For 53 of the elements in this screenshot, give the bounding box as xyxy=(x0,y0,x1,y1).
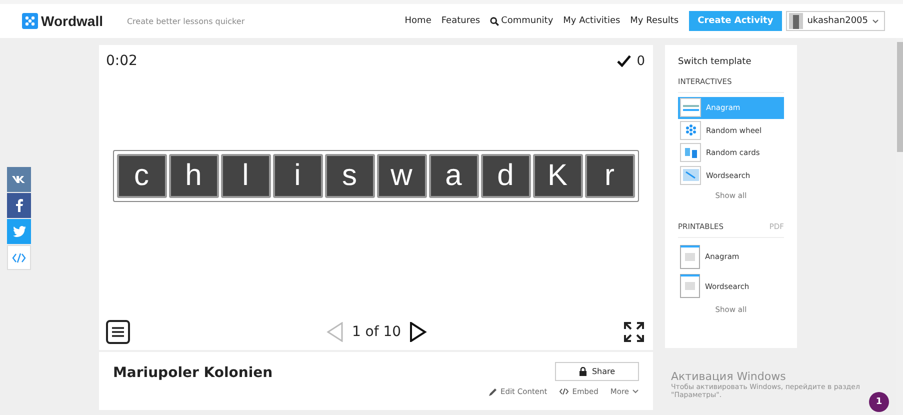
panel-title: Switch template xyxy=(678,57,752,67)
cards-icon xyxy=(684,148,698,158)
next-icon[interactable] xyxy=(409,322,428,342)
nav-link[interactable]: My Results xyxy=(630,16,679,26)
activation-title: Активация Windows xyxy=(671,370,787,383)
notification-badge[interactable]: 1 xyxy=(869,392,889,412)
letter-tile[interactable]: c xyxy=(116,154,166,198)
bird-icon xyxy=(12,226,26,237)
search-icon xyxy=(490,16,500,26)
document-icon xyxy=(680,274,700,298)
facebook-share-button[interactable] xyxy=(7,193,31,218)
letter-tile[interactable]: i xyxy=(272,154,322,198)
page-counter: 1 of 10 xyxy=(352,324,402,340)
score: 0 xyxy=(636,54,645,68)
pencil-icon xyxy=(489,388,498,396)
nav-link[interactable]: Home xyxy=(404,16,432,26)
logo[interactable]: Wordwall xyxy=(41,13,103,29)
anagram-thumbnail-icon xyxy=(682,102,700,113)
activity-title: Mariupoler Kolonien xyxy=(113,365,273,381)
vk-icon xyxy=(12,175,26,184)
nav-link[interactable]: Community xyxy=(490,16,554,26)
document-icon xyxy=(680,244,700,269)
facebook-icon xyxy=(16,199,22,212)
letter-tile[interactable]: r xyxy=(584,154,634,198)
menu-icon xyxy=(111,326,125,338)
nav-link[interactable]: Features xyxy=(441,16,480,26)
tagline: Create better lessons quicker xyxy=(126,16,245,26)
nav-link[interactable]: My Activities xyxy=(563,16,620,26)
avatar-icon xyxy=(789,13,804,29)
letter-tile[interactable]: h xyxy=(168,154,218,198)
lock-icon xyxy=(578,367,587,376)
code-icon xyxy=(12,252,26,262)
embed-share-button[interactable] xyxy=(7,245,31,270)
grid-icon xyxy=(682,169,698,182)
fullscreen-icon[interactable] xyxy=(623,321,645,343)
menu-button[interactable] xyxy=(106,320,130,344)
letter-tile[interactable]: d xyxy=(480,154,530,198)
letter-tile[interactable]: K xyxy=(532,154,582,198)
share-button[interactable]: Share xyxy=(555,362,639,381)
letter-tile[interactable]: l xyxy=(220,154,270,198)
letter-tile[interactable]: s xyxy=(324,154,374,198)
caret-icon xyxy=(872,18,879,24)
code-icon xyxy=(559,388,570,395)
user-menu[interactable]: ukashan2005 xyxy=(786,11,885,31)
snowflake-icon xyxy=(684,124,696,136)
logo-icon xyxy=(22,13,38,29)
twitter-share-button[interactable] xyxy=(7,219,31,244)
letter-tile[interactable]: w xyxy=(376,154,426,198)
caret-icon xyxy=(632,389,639,394)
vk-share-button[interactable] xyxy=(7,167,31,192)
check-icon xyxy=(616,55,631,67)
timer: 0:02 xyxy=(106,53,138,69)
letter-tile[interactable]: a xyxy=(428,154,478,198)
